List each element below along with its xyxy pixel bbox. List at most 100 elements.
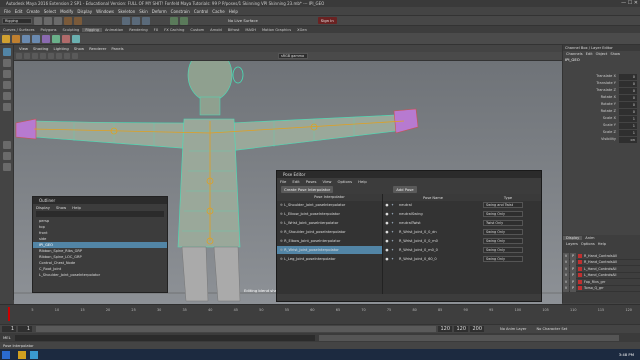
range-end3-field[interactable]: 200 [470, 326, 484, 332]
attribute-value[interactable]: on [619, 136, 637, 143]
pose-enable-dot[interactable]: ● [383, 237, 391, 246]
cluster-icon[interactable] [52, 34, 60, 43]
range-start2-field[interactable]: 1 [18, 326, 32, 332]
channel-menu-object[interactable]: Object [596, 52, 608, 56]
layer-tab-anim[interactable]: Anim [582, 236, 597, 240]
layer-color-swatch[interactable] [578, 279, 582, 284]
layer-color-swatch[interactable] [578, 273, 582, 278]
view-menu-lighting[interactable]: Lighting [53, 46, 68, 51]
select-tool-icon[interactable] [3, 48, 11, 56]
channel-attribute-row[interactable]: Scale Z1 [563, 129, 640, 136]
four-view-icon[interactable] [3, 152, 11, 160]
attribute-value[interactable]: 0 [619, 80, 637, 87]
constraint-icon[interactable] [72, 34, 80, 43]
menu-display[interactable]: Display [77, 9, 92, 14]
menu-skeleton[interactable]: Skeleton [118, 9, 135, 14]
shelf-tab-curves-surfaces[interactable]: Curves / Surfaces [0, 28, 38, 32]
snap-grid-icon[interactable] [122, 16, 130, 25]
view-menu-show[interactable]: Show [74, 46, 84, 51]
layer-color-swatch[interactable] [578, 286, 582, 291]
menu-deform[interactable]: Deform [152, 9, 167, 14]
mel-label[interactable]: MEL [3, 335, 11, 340]
layer-row[interactable]: V P Torso_Q_grr [563, 285, 640, 292]
pose-menu-file[interactable]: File [280, 179, 286, 184]
interpolator-row[interactable]: ⊕ R_Wrist_Joint_poseInterpolator [277, 246, 382, 255]
smooth-shade-icon[interactable] [32, 53, 38, 59]
attribute-value[interactable]: 1 [619, 129, 637, 136]
view-menu-view[interactable]: View [19, 46, 28, 51]
pose-menu-view[interactable]: View [323, 179, 332, 184]
anim-layer-label[interactable]: No Anim Layer [500, 327, 526, 331]
interpolator-row[interactable]: ⊕ L_Wrist_Joint_poseInterpolator [277, 219, 382, 228]
shelf-tab-xgen[interactable]: XGen [294, 28, 310, 32]
channel-attribute-row[interactable]: Scale Y1 [563, 122, 640, 129]
maya-icon[interactable] [30, 350, 38, 359]
window-controls[interactable]: — ☐ ✕ [621, 0, 638, 6]
attribute-value[interactable]: 0 [619, 94, 637, 101]
pose-type-dropdown[interactable]: Swing and Twist [483, 202, 523, 208]
new-scene-icon[interactable] [34, 16, 42, 25]
channel-attribute-row[interactable]: Rotate X0 [563, 94, 640, 101]
undo-icon[interactable] [64, 16, 72, 25]
pose-enable-dot[interactable]: ● [383, 201, 391, 210]
menu-cache[interactable]: Cache [212, 9, 224, 14]
start-icon[interactable] [2, 350, 10, 359]
explorer-icon[interactable] [18, 350, 26, 359]
snap-curve-icon[interactable] [132, 16, 140, 25]
channel-attribute-row[interactable]: Translate Y0 [563, 80, 640, 87]
save-scene-icon[interactable] [54, 16, 62, 25]
shelf-tab-animation[interactable]: Animation [102, 28, 126, 32]
view-menu-panels[interactable]: Panels [111, 46, 123, 51]
shadows-icon[interactable] [56, 53, 62, 59]
shelf-tab-motion-graphics[interactable]: Motion Graphics [259, 28, 294, 32]
pose-enable-dot[interactable]: ● [383, 228, 391, 237]
shelf-tab-custom[interactable]: Custom [187, 28, 207, 32]
pose-enable-dot[interactable]: ● [383, 219, 391, 228]
current-frame-marker[interactable] [8, 307, 10, 321]
channel-attribute-row[interactable]: Translate Z0 [563, 87, 640, 94]
menu-create[interactable]: Create [26, 9, 39, 14]
channel-menu-edit[interactable]: Edit [586, 52, 593, 56]
pose-type-dropdown[interactable]: Swing Only [483, 229, 523, 235]
channel-menu-show[interactable]: Show [610, 52, 620, 56]
range-end-field[interactable]: 120 [438, 326, 452, 332]
layer-menu-help[interactable]: Help [598, 242, 606, 246]
character-set-label[interactable]: No Character Set [536, 327, 567, 331]
layer-tab-display[interactable]: Display [563, 236, 583, 240]
xray-icon[interactable] [72, 53, 78, 59]
range-start-field[interactable]: 1 [2, 326, 16, 332]
pose-enable-dot[interactable]: ● [383, 210, 391, 219]
attribute-value[interactable]: 1 [619, 122, 637, 129]
menu-help[interactable]: Help [229, 9, 238, 14]
paint-weights-icon[interactable] [42, 34, 50, 43]
pose-type-dropdown[interactable]: Swing Only [483, 211, 523, 217]
paint-select-icon[interactable] [3, 70, 11, 78]
shelf-tab-sculpting[interactable]: Sculpting [60, 28, 83, 32]
create-pose-interpolator-button[interactable]: Create Pose Interpolator [281, 186, 334, 193]
shelf-tab-arnold[interactable]: Arnold [207, 28, 225, 32]
pose-row[interactable]: ● ✦ R_Wrist_Joint_0_60_0 Swing Only [383, 255, 541, 264]
menu-file[interactable]: File [4, 9, 11, 14]
ik-handle-icon[interactable] [12, 34, 20, 43]
channel-attribute-row[interactable]: Rotate Z0 [563, 108, 640, 115]
menu-edit[interactable]: Edit [15, 9, 23, 14]
outliner-menu-display[interactable]: Display [36, 205, 50, 210]
menu-select[interactable]: Select [44, 9, 56, 14]
range-bar[interactable] [36, 326, 436, 332]
attribute-value[interactable]: 0 [619, 108, 637, 115]
move-tool-icon[interactable] [3, 81, 11, 89]
interpolator-row[interactable]: ⊕ R_Shoulder_Joint_poseInterpolator [277, 228, 382, 237]
view-menu-renderer[interactable]: Renderer [89, 46, 106, 51]
attribute-value[interactable]: 0 [619, 87, 637, 94]
menu-modify[interactable]: Modify [60, 9, 73, 14]
attribute-value[interactable]: 1 [619, 115, 637, 122]
add-pose-button[interactable]: Add Pose [393, 186, 417, 193]
outliner-search-field[interactable] [36, 211, 164, 217]
sign-in-button[interactable]: Sign In [317, 17, 337, 24]
shelf-tab-fx[interactable]: FX [151, 28, 162, 32]
lights-icon[interactable] [48, 53, 54, 59]
pose-type-dropdown[interactable]: Swing Only [483, 238, 523, 244]
pose-menu-poses[interactable]: Poses [306, 179, 317, 184]
attribute-value[interactable]: 0 [619, 73, 637, 80]
shelf-tab-polygons[interactable]: Polygons [38, 28, 60, 32]
